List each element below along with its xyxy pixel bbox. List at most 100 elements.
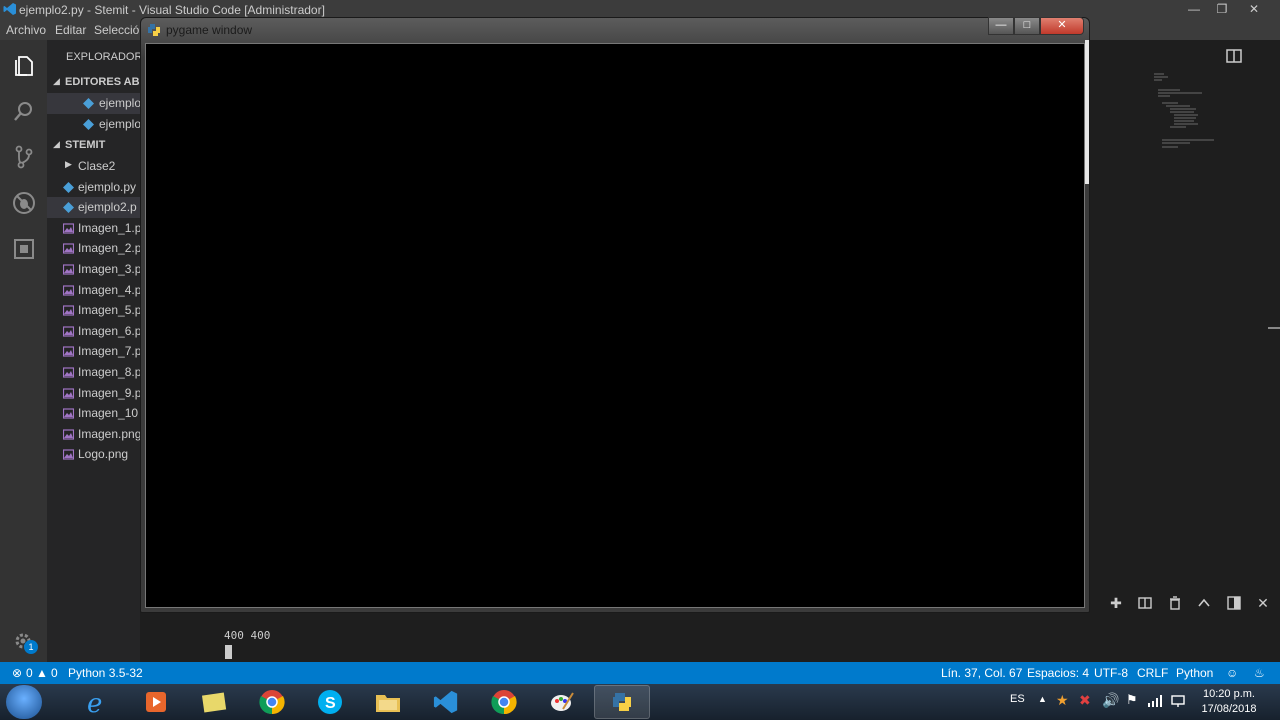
feedback-smiley-icon[interactable]: ☺ bbox=[1226, 666, 1238, 680]
file-tree-label: Imagen_9.p bbox=[78, 385, 140, 400]
status-bar: ⊗ 0 ▲ 0 Python 3.5-32 Lín. 37, Col. 67 E… bbox=[0, 662, 1280, 684]
warning-count[interactable]: 0 bbox=[51, 666, 58, 680]
file-tree-item[interactable]: Imagen_10 bbox=[47, 403, 140, 424]
volume-icon[interactable]: 🔊 bbox=[1102, 692, 1119, 709]
file-tree-item[interactable]: Logo.png bbox=[47, 444, 140, 465]
split-terminal-icon[interactable] bbox=[1138, 596, 1152, 610]
network-signal-icon[interactable] bbox=[1148, 695, 1162, 707]
image-file-icon bbox=[63, 408, 74, 419]
tray-app-icon[interactable]: ★ bbox=[1056, 692, 1069, 709]
start-button-icon[interactable] bbox=[6, 685, 42, 719]
encoding[interactable]: UTF-8 bbox=[1094, 666, 1128, 680]
file-tree-item[interactable]: Imagen_7.p bbox=[47, 341, 140, 362]
new-terminal-icon[interactable]: ✚ bbox=[1109, 596, 1123, 610]
search-icon[interactable] bbox=[0, 88, 47, 134]
image-file-icon bbox=[63, 243, 74, 254]
extensions-icon[interactable] bbox=[0, 226, 47, 272]
menu-editar[interactable]: Editar bbox=[55, 23, 86, 37]
warning-icon[interactable]: ▲ bbox=[36, 666, 48, 680]
file-tree-item[interactable]: ejemplo2.p bbox=[47, 197, 140, 219]
pygame-minimize-icon[interactable]: — bbox=[988, 17, 1014, 35]
pygame-close-icon[interactable]: ✕ bbox=[1040, 17, 1084, 35]
file-tree-label: Imagen.png bbox=[78, 426, 140, 441]
open-editor-item[interactable]: ejemplo bbox=[47, 93, 140, 114]
vscode-taskbar-icon[interactable] bbox=[418, 685, 474, 719]
tray-security-icon[interactable]: ✖ bbox=[1079, 692, 1091, 709]
python-taskbar-icon[interactable] bbox=[594, 685, 650, 719]
indentation[interactable]: Espacios: 4 bbox=[1027, 666, 1089, 680]
terminal-cursor bbox=[225, 645, 232, 659]
file-tree-item[interactable]: Imagen_2.p bbox=[47, 238, 140, 259]
sticky-notes-icon[interactable] bbox=[186, 685, 242, 719]
editor-scrollbar[interactable] bbox=[1268, 327, 1280, 329]
close-panel-icon[interactable]: ✕ bbox=[1256, 596, 1270, 610]
error-count[interactable]: 0 bbox=[26, 666, 33, 680]
file-tree-item[interactable]: Imagen_9.p bbox=[47, 383, 140, 404]
monitor-icon[interactable] bbox=[1171, 694, 1185, 708]
chrome-2-icon[interactable] bbox=[476, 685, 532, 719]
file-tree-label: Imagen_3.p bbox=[78, 262, 140, 276]
restore-icon[interactable]: ❐ bbox=[1208, 0, 1236, 20]
file-tree-item[interactable]: ejemplo.py bbox=[47, 177, 140, 198]
python-file-icon bbox=[83, 98, 94, 109]
file-tree-label: Imagen_6.p bbox=[78, 323, 140, 338]
file-tree-item[interactable]: Imagen_6.p bbox=[47, 321, 140, 342]
language-mode[interactable]: Python bbox=[1176, 666, 1213, 680]
window-title: ejemplo2.py - Stemit - Visual Studio Cod… bbox=[19, 3, 325, 17]
file-tree-item[interactable]: Imagen_8.p bbox=[47, 362, 140, 383]
file-explorer-icon[interactable] bbox=[360, 685, 416, 719]
language-indicator[interactable]: ES bbox=[1010, 693, 1025, 705]
maximize-panel-icon[interactable] bbox=[1227, 596, 1241, 610]
image-file-icon bbox=[63, 367, 74, 378]
file-tree-item[interactable]: Imagen_3.p bbox=[47, 259, 140, 280]
svg-text:e: e bbox=[87, 689, 102, 716]
minimize-icon[interactable]: — bbox=[1180, 0, 1208, 20]
file-tree-label: ejemplo.py bbox=[78, 179, 137, 194]
file-tree-label: Imagen_2.p bbox=[78, 241, 140, 256]
notification-bell-icon[interactable]: ♨ bbox=[1254, 666, 1265, 680]
error-icon[interactable]: ⊗ bbox=[12, 666, 22, 680]
image-file-icon bbox=[63, 387, 74, 399]
file-tree-label: Imagen_10 bbox=[78, 406, 139, 421]
project-section[interactable]: ◢ STEMIT bbox=[47, 135, 140, 155]
file-tree-label: Imagen_1.p bbox=[78, 220, 140, 235]
pygame-canvas[interactable] bbox=[145, 43, 1085, 608]
python-interpreter[interactable]: Python 3.5-32 bbox=[68, 666, 143, 680]
file-tree-item[interactable]: Imagen_5.p bbox=[47, 300, 140, 321]
action-center-flag-icon[interactable]: ⚑ bbox=[1126, 692, 1138, 708]
minimap[interactable] bbox=[1150, 70, 1240, 160]
settings-badge: 1 bbox=[24, 640, 38, 654]
file-tree-item[interactable]: ▶ Clase2 bbox=[47, 156, 140, 177]
image-file-icon bbox=[63, 264, 74, 275]
chevron-right-icon: ▶ bbox=[65, 159, 72, 169]
skype-icon[interactable]: S bbox=[302, 685, 358, 719]
open-editors-section[interactable]: ◢ EDITORES ABIE bbox=[47, 72, 140, 92]
explorer-icon[interactable] bbox=[0, 42, 47, 88]
settings-gear-icon[interactable] bbox=[0, 618, 47, 664]
file-tree-item[interactable]: Imagen_1.p bbox=[47, 218, 140, 239]
media-player-icon[interactable] bbox=[128, 685, 184, 719]
source-control-icon[interactable] bbox=[0, 134, 47, 180]
line-ending[interactable]: CRLF bbox=[1137, 666, 1168, 680]
menu-seleccion[interactable]: Selecció bbox=[94, 23, 139, 37]
internet-explorer-icon[interactable]: e bbox=[70, 685, 126, 719]
chevron-up-icon[interactable] bbox=[1197, 596, 1211, 610]
chrome-icon[interactable] bbox=[244, 685, 300, 719]
close-icon[interactable]: ✕ bbox=[1240, 0, 1268, 20]
tray-expand-icon[interactable]: ▲ bbox=[1038, 694, 1047, 704]
menu-archivo[interactable]: Archivo bbox=[6, 23, 46, 37]
file-tree-item[interactable]: Imagen_4.p bbox=[47, 280, 140, 301]
system-clock[interactable]: 10:20 p.m. 17/08/2018 bbox=[1196, 687, 1262, 717]
file-tree-item[interactable]: Imagen.png bbox=[47, 424, 140, 445]
split-editor-icon[interactable] bbox=[1226, 49, 1242, 63]
debug-icon[interactable] bbox=[0, 180, 47, 226]
clock-date: 17/08/2018 bbox=[1201, 703, 1257, 715]
cursor-position[interactable]: Lín. 37, Col. 67 bbox=[941, 666, 1022, 680]
trash-icon[interactable] bbox=[1168, 596, 1182, 610]
pygame-maximize-icon[interactable]: □ bbox=[1014, 17, 1040, 35]
file-tree-label: Imagen_8.p bbox=[78, 365, 140, 379]
explorer-sidebar: EXPLORADOR ◢ EDITORES ABIE ejemplo ejemp… bbox=[47, 40, 140, 662]
open-editor-item[interactable]: ejemplo bbox=[47, 114, 140, 135]
paint-icon[interactable] bbox=[534, 685, 590, 719]
vscode-logo-icon bbox=[3, 3, 16, 15]
